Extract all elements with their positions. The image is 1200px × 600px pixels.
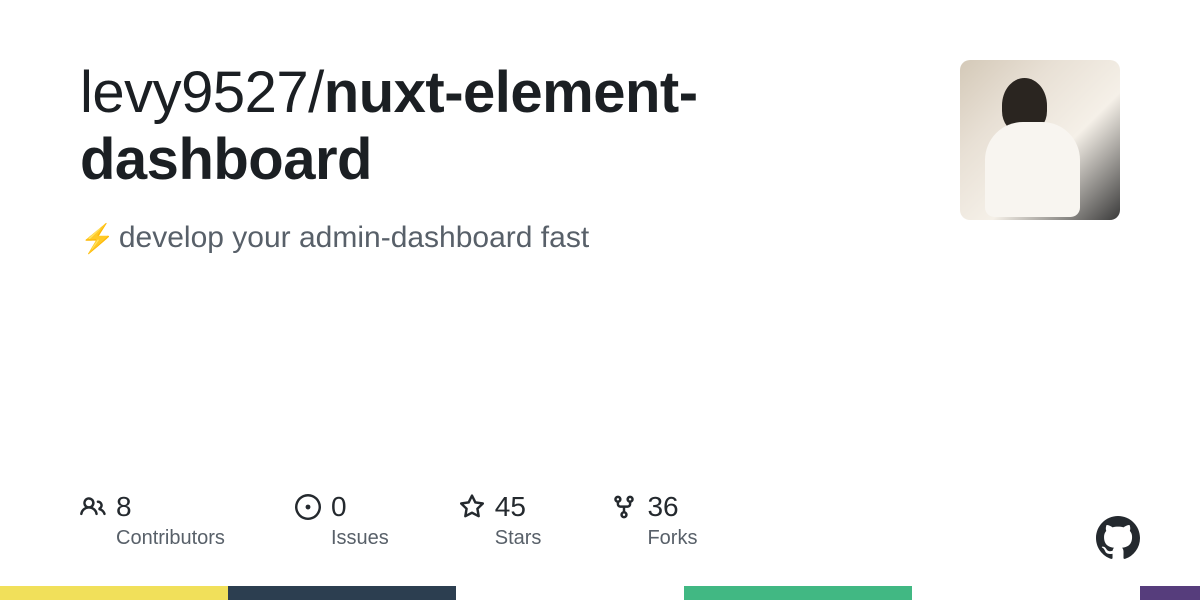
repo-stats: 8 Contributors 0 Issues 45 Stars 36 Fork… bbox=[80, 491, 697, 550]
contributors-count: 8 bbox=[116, 491, 132, 523]
contributors-stat[interactable]: 8 Contributors bbox=[80, 491, 225, 550]
people-icon bbox=[80, 494, 106, 520]
forks-stat[interactable]: 36 Forks bbox=[611, 491, 697, 550]
contributors-label: Contributors bbox=[116, 527, 225, 550]
issues-stat[interactable]: 0 Issues bbox=[295, 491, 389, 550]
lang-segment-vue-dark bbox=[228, 586, 456, 600]
repo-description: ⚡ develop your admin-dashboard fast bbox=[80, 217, 900, 259]
lang-segment-css bbox=[1140, 586, 1200, 600]
lang-segment-blank2 bbox=[912, 586, 1140, 600]
forks-label: Forks bbox=[647, 527, 697, 550]
fork-icon bbox=[611, 494, 637, 520]
issues-label: Issues bbox=[331, 527, 389, 550]
lang-segment-javascript bbox=[0, 586, 228, 600]
repo-title: levy9527/nuxt-element-dashboard bbox=[80, 60, 900, 193]
forks-count: 36 bbox=[647, 491, 678, 523]
description-text: develop your admin-dashboard fast bbox=[119, 217, 589, 259]
owner-avatar[interactable] bbox=[960, 60, 1120, 220]
star-icon bbox=[459, 494, 485, 520]
lightning-emoji: ⚡ bbox=[80, 219, 115, 258]
lang-segment-vue bbox=[684, 586, 912, 600]
language-color-bar bbox=[0, 586, 1200, 600]
repo-owner[interactable]: levy9527 bbox=[80, 60, 308, 125]
lang-segment-blank1 bbox=[456, 586, 684, 600]
stars-count: 45 bbox=[495, 491, 526, 523]
repo-separator: / bbox=[308, 60, 324, 125]
stars-label: Stars bbox=[495, 527, 542, 550]
github-logo-icon[interactable] bbox=[1096, 516, 1140, 560]
stars-stat[interactable]: 45 Stars bbox=[459, 491, 542, 550]
issue-icon bbox=[295, 494, 321, 520]
issues-count: 0 bbox=[331, 491, 347, 523]
